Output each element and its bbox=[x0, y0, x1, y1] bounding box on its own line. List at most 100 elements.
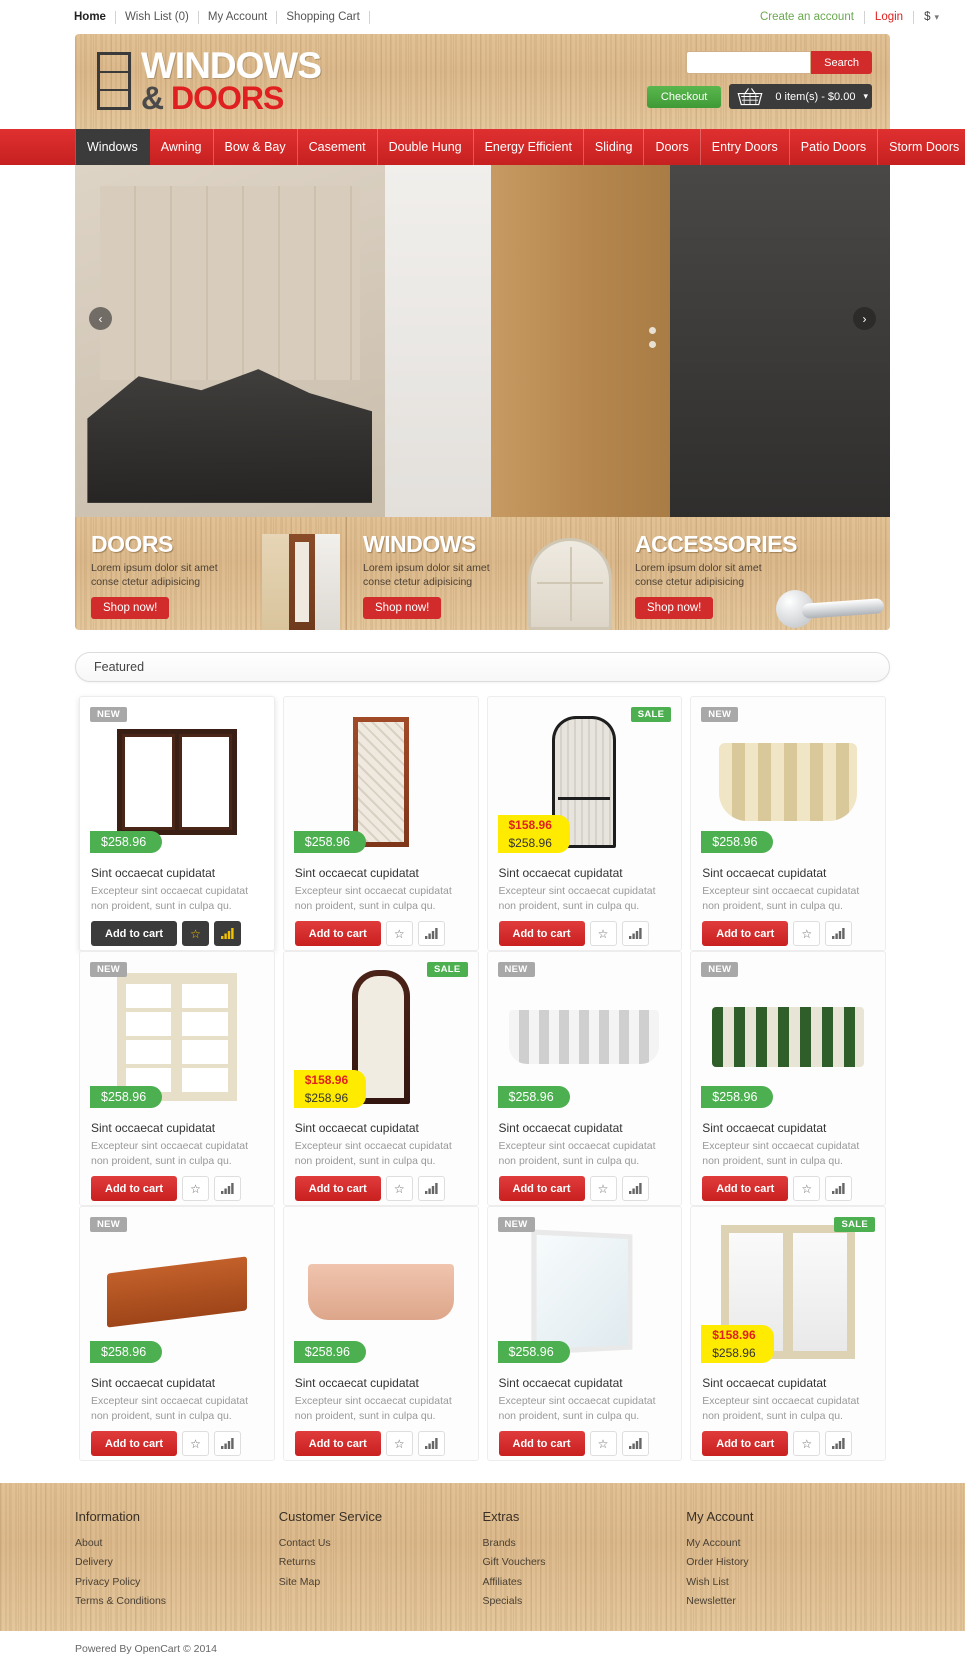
chevron-down-icon[interactable]: ▾ bbox=[934, 12, 939, 23]
add-to-cart-button[interactable]: Add to cart bbox=[498, 1431, 585, 1456]
top-link-my-account[interactable]: My Account bbox=[199, 11, 276, 23]
product-card[interactable]: NEW $258.96 Sint occaecat cupidatat Exce… bbox=[486, 951, 683, 1206]
product-thumbnail[interactable]: $258.96 bbox=[701, 962, 874, 1112]
slider-prev-icon[interactable]: ‹ bbox=[89, 307, 112, 330]
product-card[interactable]: NEW $258.96 Sint occaecat cupidatat Exce… bbox=[79, 1206, 275, 1461]
compare-bars-icon[interactable] bbox=[825, 921, 853, 946]
footer-link[interactable]: Newsletter bbox=[686, 1592, 890, 1611]
add-to-cart-button[interactable]: Add to cart bbox=[702, 1431, 789, 1456]
product-thumbnail[interactable]: $258.96 bbox=[90, 1217, 263, 1367]
footer-link[interactable]: About bbox=[75, 1534, 279, 1553]
add-to-cart-button[interactable]: Add to cart bbox=[498, 921, 585, 946]
compare-bars-icon[interactable] bbox=[214, 1431, 242, 1456]
promo-shop-now-button[interactable]: Shop now! bbox=[635, 597, 714, 620]
product-card[interactable]: SALE $158.96 $258.96 Sint occaecat cupid… bbox=[282, 951, 479, 1206]
product-title[interactable]: Sint occaecat cupidatat bbox=[702, 1121, 874, 1135]
product-card[interactable]: SALE $158.96 $258.96 Sint occaecat cupid… bbox=[486, 696, 683, 951]
wishlist-star-icon[interactable]: ☆ bbox=[589, 1431, 617, 1456]
promo-shop-now-button[interactable]: Shop now! bbox=[363, 597, 442, 620]
slider-next-icon[interactable]: › bbox=[853, 307, 876, 330]
chevron-down-icon[interactable]: ▾ bbox=[863, 91, 868, 102]
compare-bars-icon[interactable] bbox=[214, 1176, 242, 1201]
compare-bars-icon[interactable] bbox=[417, 1431, 445, 1456]
wishlist-star-icon[interactable]: ☆ bbox=[182, 921, 210, 946]
nav-item-energy-efficient[interactable]: Energy Efficient bbox=[474, 129, 584, 165]
compare-bars-icon[interactable] bbox=[825, 1431, 853, 1456]
footer-link[interactable]: Terms & Conditions bbox=[75, 1592, 279, 1611]
compare-bars-icon[interactable] bbox=[214, 921, 242, 946]
compare-bars-icon[interactable] bbox=[417, 921, 445, 946]
wishlist-star-icon[interactable]: ☆ bbox=[385, 1176, 413, 1201]
product-card[interactable]: NEW $258.96 Sint occaecat cupidatat Exce… bbox=[690, 951, 886, 1206]
compare-bars-icon[interactable] bbox=[621, 1431, 649, 1456]
add-to-cart-button[interactable]: Add to cart bbox=[294, 1176, 381, 1201]
add-to-cart-button[interactable]: Add to cart bbox=[91, 1431, 178, 1456]
wishlist-star-icon[interactable]: ☆ bbox=[793, 1431, 821, 1456]
product-title[interactable]: Sint occaecat cupidatat bbox=[702, 866, 874, 880]
product-title[interactable]: Sint occaecat cupidatat bbox=[91, 1121, 263, 1135]
add-to-cart-button[interactable]: Add to cart bbox=[294, 921, 381, 946]
nav-item-storm-doors[interactable]: Storm Doors bbox=[878, 129, 965, 165]
login-link[interactable]: Login bbox=[865, 11, 913, 23]
nav-item-patio-doors[interactable]: Patio Doors bbox=[790, 129, 879, 165]
wishlist-star-icon[interactable]: ☆ bbox=[385, 1431, 413, 1456]
product-card[interactable]: NEW $258.96 Sint occaecat cupidatat Exce… bbox=[79, 696, 275, 951]
product-thumbnail[interactable]: $158.96 $258.96 bbox=[293, 962, 467, 1112]
footer-link[interactable]: Delivery bbox=[75, 1553, 279, 1572]
top-link-wish-list[interactable]: Wish List (0) bbox=[116, 11, 198, 23]
create-account-link[interactable]: Create an account bbox=[750, 11, 864, 23]
product-thumbnail[interactable]: $158.96 $258.96 bbox=[497, 707, 671, 857]
wishlist-star-icon[interactable]: ☆ bbox=[589, 1176, 617, 1201]
product-thumbnail[interactable]: $158.96 $258.96 bbox=[701, 1217, 874, 1367]
product-thumbnail[interactable]: $258.96 bbox=[293, 707, 467, 857]
footer-link[interactable]: My Account bbox=[686, 1534, 890, 1553]
nav-item-sliding[interactable]: Sliding bbox=[584, 129, 645, 165]
add-to-cart-button[interactable]: Add to cart bbox=[294, 1431, 381, 1456]
nav-item-bow-bay[interactable]: Bow & Bay bbox=[214, 129, 298, 165]
product-card[interactable]: NEW $258.96 Sint occaecat cupidatat Exce… bbox=[79, 951, 275, 1206]
footer-link[interactable]: Order History bbox=[686, 1553, 890, 1572]
footer-link[interactable]: Site Map bbox=[279, 1573, 483, 1592]
promo-shop-now-button[interactable]: Shop now! bbox=[91, 597, 170, 620]
product-title[interactable]: Sint occaecat cupidatat bbox=[295, 1376, 467, 1390]
nav-item-awning[interactable]: Awning bbox=[150, 129, 214, 165]
product-thumbnail[interactable]: $258.96 bbox=[293, 1217, 467, 1367]
product-card[interactable]: $258.96 Sint occaecat cupidatat Excepteu… bbox=[282, 1206, 479, 1461]
product-card[interactable]: SALE $158.96 $258.96 Sint occaecat cupid… bbox=[690, 1206, 886, 1461]
nav-item-casement[interactable]: Casement bbox=[298, 129, 378, 165]
top-link-shopping-cart[interactable]: Shopping Cart bbox=[277, 11, 369, 23]
product-title[interactable]: Sint occaecat cupidatat bbox=[91, 1376, 263, 1390]
add-to-cart-button[interactable]: Add to cart bbox=[702, 921, 789, 946]
footer-link[interactable]: Contact Us bbox=[279, 1534, 483, 1553]
footer-link[interactable]: Gift Vouchers bbox=[483, 1553, 687, 1572]
product-title[interactable]: Sint occaecat cupidatat bbox=[499, 866, 671, 880]
product-thumbnail[interactable]: $258.96 bbox=[90, 707, 263, 857]
add-to-cart-button[interactable]: Add to cart bbox=[91, 1176, 178, 1201]
nav-item-entry-doors[interactable]: Entry Doors bbox=[701, 129, 790, 165]
product-title[interactable]: Sint occaecat cupidatat bbox=[295, 866, 467, 880]
wishlist-star-icon[interactable]: ☆ bbox=[385, 921, 413, 946]
product-title[interactable]: Sint occaecat cupidatat bbox=[91, 866, 263, 880]
search-input[interactable] bbox=[686, 51, 812, 74]
product-thumbnail[interactable]: $258.96 bbox=[90, 962, 263, 1112]
product-card[interactable]: NEW $258.96 Sint occaecat cupidatat Exce… bbox=[690, 696, 886, 951]
footer-link[interactable]: Returns bbox=[279, 1553, 483, 1572]
product-thumbnail[interactable]: $258.96 bbox=[497, 1217, 671, 1367]
wishlist-star-icon[interactable]: ☆ bbox=[182, 1176, 210, 1201]
add-to-cart-button[interactable]: Add to cart bbox=[702, 1176, 789, 1201]
search-button[interactable]: Search bbox=[811, 51, 872, 74]
nav-item-windows[interactable]: Windows bbox=[75, 129, 150, 165]
footer-link[interactable]: Specials bbox=[483, 1592, 687, 1611]
product-title[interactable]: Sint occaecat cupidatat bbox=[702, 1376, 874, 1390]
cart-widget[interactable]: 0 item(s) - $0.00 ▾ bbox=[729, 84, 872, 109]
footer-link[interactable]: Brands bbox=[483, 1534, 687, 1553]
product-thumbnail[interactable]: $258.96 bbox=[497, 962, 671, 1112]
wishlist-star-icon[interactable]: ☆ bbox=[793, 921, 821, 946]
compare-bars-icon[interactable] bbox=[621, 921, 649, 946]
compare-bars-icon[interactable] bbox=[825, 1176, 853, 1201]
top-link-home[interactable]: Home bbox=[26, 11, 115, 23]
wishlist-star-icon[interactable]: ☆ bbox=[589, 921, 617, 946]
currency-selector[interactable]: $ bbox=[914, 11, 934, 23]
product-thumbnail[interactable]: $258.96 bbox=[701, 707, 874, 857]
wishlist-star-icon[interactable]: ☆ bbox=[793, 1176, 821, 1201]
